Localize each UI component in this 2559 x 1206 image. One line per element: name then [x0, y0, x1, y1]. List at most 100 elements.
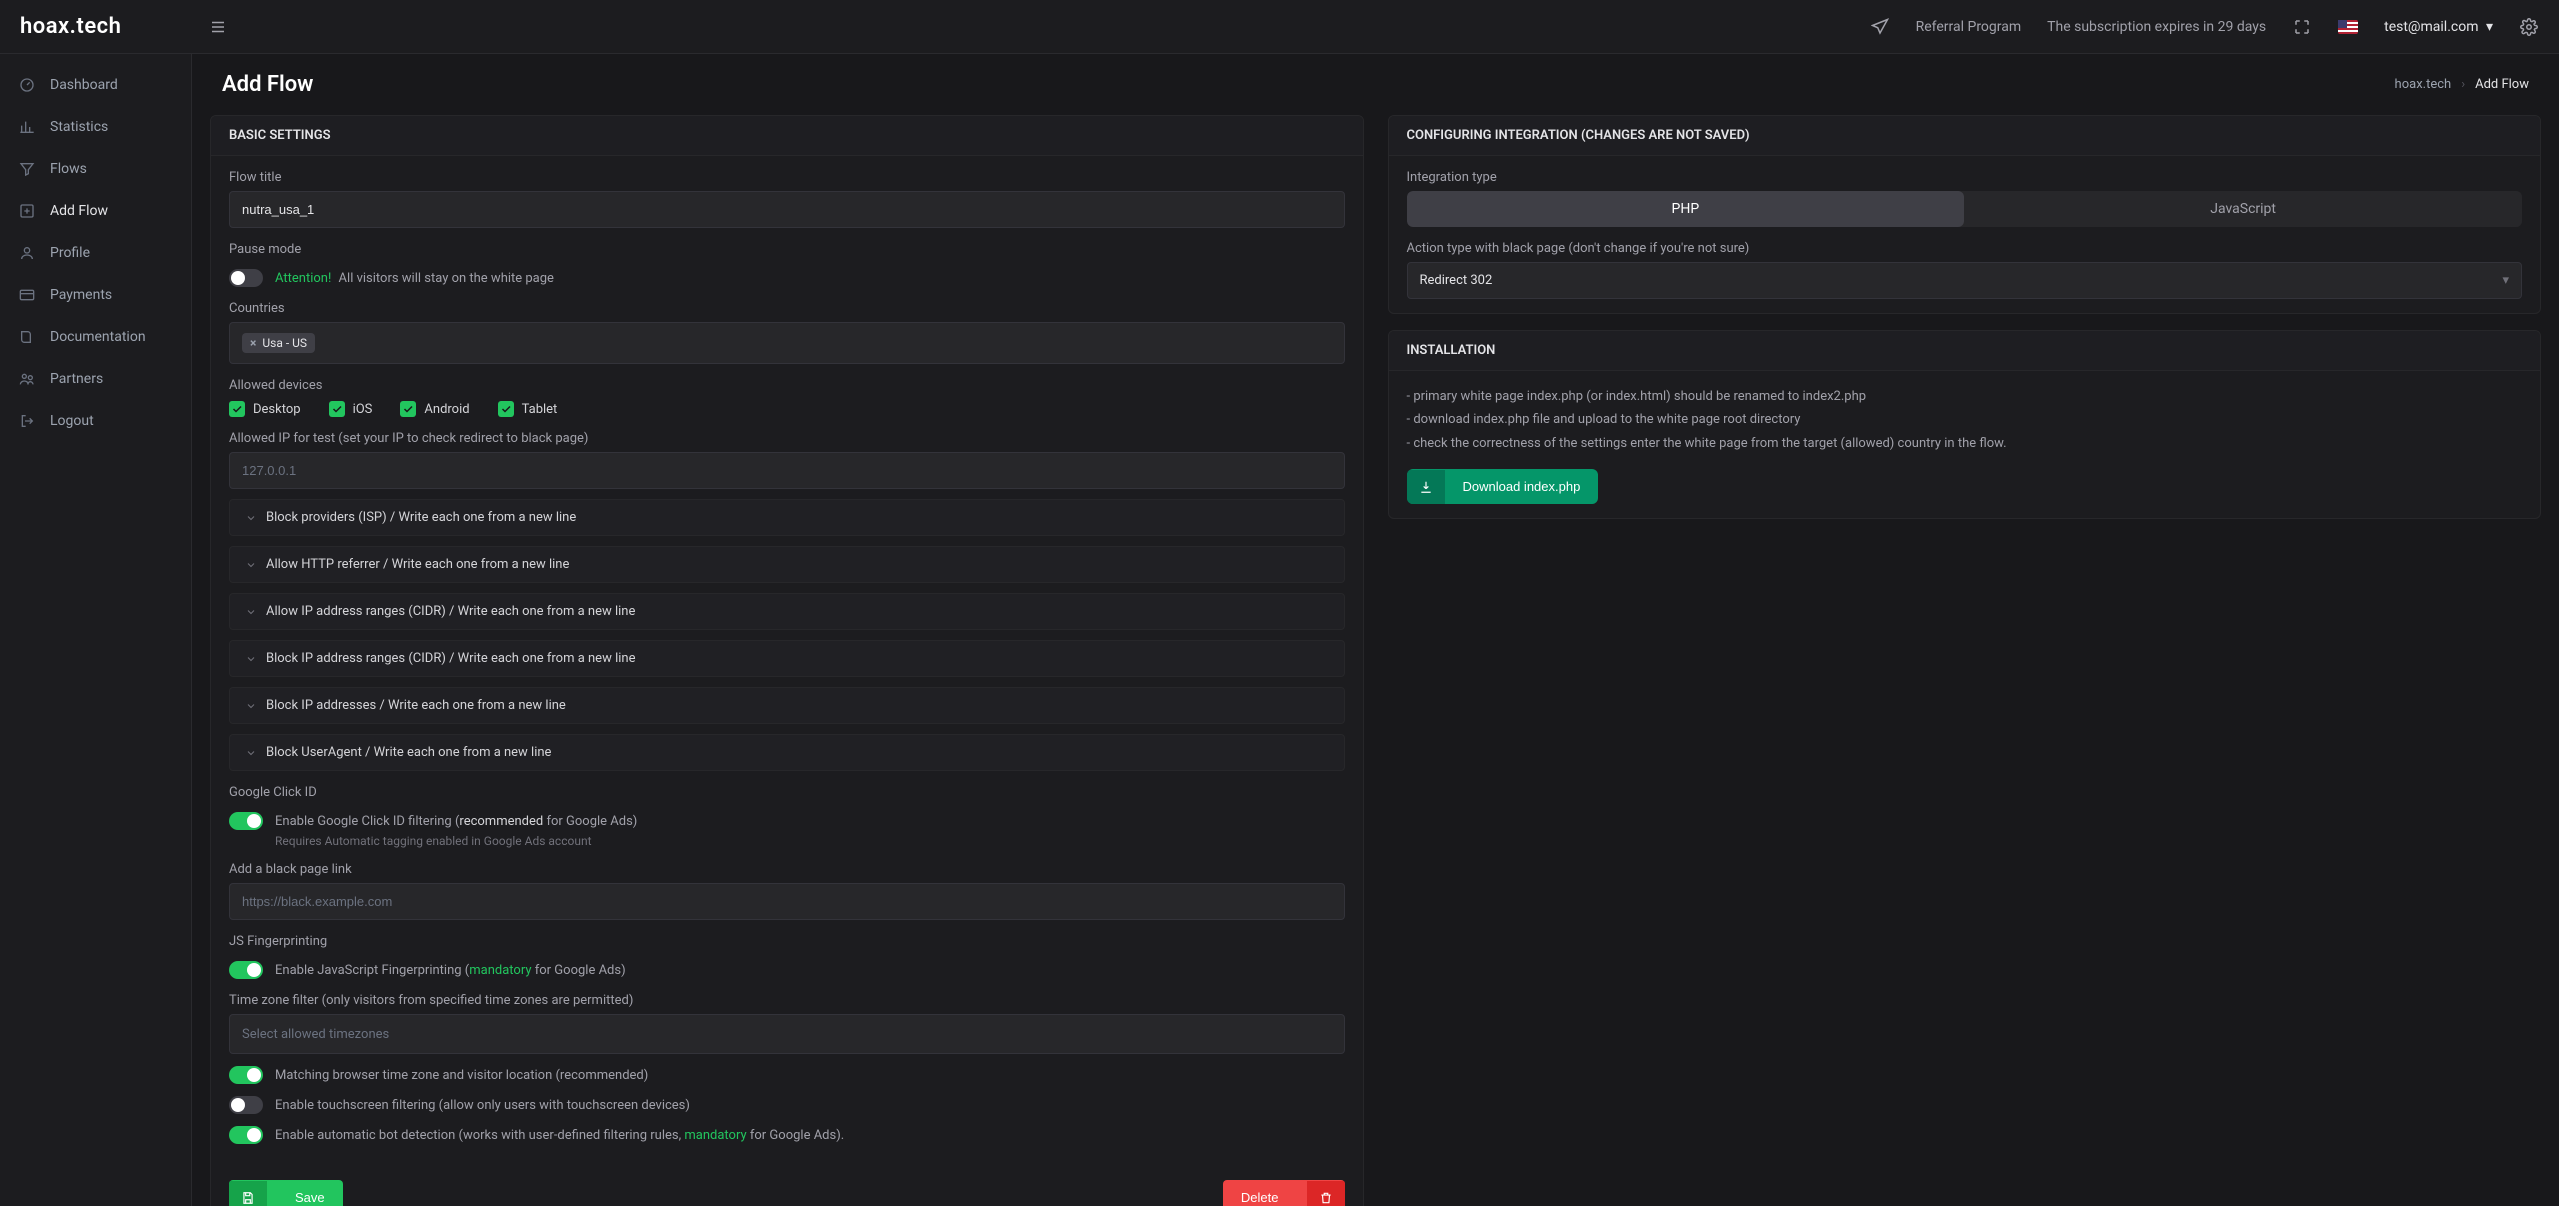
mandatory-link[interactable]: mandatory	[684, 1128, 746, 1143]
sidebar-item-profile[interactable]: Profile	[0, 232, 191, 274]
checkbox-checked-icon	[498, 401, 514, 417]
sidebar-item-dashboard[interactable]: Dashboard	[0, 64, 191, 106]
timezone-select[interactable]: Select allowed timezones	[229, 1014, 1345, 1054]
device-ios-checkbox[interactable]: iOS	[329, 401, 373, 417]
sidebar-item-flows[interactable]: Flows	[0, 148, 191, 190]
device-tablet-checkbox[interactable]: Tablet	[498, 401, 558, 417]
pause-mode-toggle[interactable]	[229, 269, 263, 287]
integration-type-tabs: PHP JavaScript	[1407, 191, 2523, 227]
sidebar-item-label: Payments	[50, 287, 112, 303]
users-icon	[18, 370, 36, 388]
gclid-text-suffix: for Google Ads)	[543, 814, 637, 829]
touchscreen-toggle[interactable]	[229, 1096, 263, 1114]
pause-note-text: All visitors will stay on the white page	[339, 271, 554, 286]
checkbox-label: Tablet	[522, 402, 558, 417]
integration-type-label: Integration type	[1407, 170, 2523, 185]
chevron-down-icon	[244, 558, 258, 572]
sidebar-item-documentation[interactable]: Documentation	[0, 316, 191, 358]
match-browser-toggle[interactable]	[229, 1066, 263, 1084]
telegram-icon[interactable]	[1870, 17, 1890, 37]
top-bar: hoax.tech Referral Program The subscript…	[0, 0, 2559, 54]
chip-remove-icon[interactable]: ×	[250, 336, 256, 350]
install-line: - download index.php file and upload to …	[1407, 408, 2523, 431]
credit-card-icon	[18, 286, 36, 304]
page-title: Add Flow	[222, 72, 313, 97]
action-type-select[interactable]: Redirect 302 ▾	[1407, 262, 2523, 299]
logo-area: hoax.tech	[20, 14, 212, 39]
chevron-down-icon	[244, 699, 258, 713]
save-button-label: Save	[277, 1180, 343, 1206]
autobot-toggle[interactable]	[229, 1126, 263, 1144]
sidebar-item-payments[interactable]: Payments	[0, 274, 191, 316]
checkbox-checked-icon	[400, 401, 416, 417]
js-fp-prefix: Enable JavaScript Fingerprinting (	[275, 963, 469, 978]
fullscreen-icon[interactable]	[2292, 17, 2312, 37]
accordion-title: Allow HTTP referrer / Write each one fro…	[266, 557, 569, 572]
allowed-ip-input[interactable]	[229, 452, 1345, 489]
sidebar-item-label: Documentation	[50, 329, 146, 345]
js-fp-label: JS Fingerprinting	[229, 934, 1345, 949]
gclid-text-prefix: Enable Google Click ID filtering (	[275, 814, 459, 829]
mandatory-link[interactable]: mandatory	[469, 963, 531, 978]
select-value: Redirect 302	[1420, 273, 1493, 288]
sidebar-item-label: Add Flow	[50, 203, 108, 219]
allowed-ip-label: Allowed IP for test (set your IP to chec…	[229, 431, 1345, 446]
sidebar-item-add-flow[interactable]: Add Flow	[0, 190, 191, 232]
breadcrumb-current: Add Flow	[2475, 77, 2529, 92]
gclid-note: Requires Automatic tagging enabled in Go…	[275, 834, 1345, 848]
user-menu[interactable]: test@mail.com ▾	[2384, 19, 2493, 35]
checkbox-label: iOS	[353, 402, 373, 417]
pause-mode-label: Pause mode	[229, 242, 1345, 257]
panel-installation: INSTALLATION - primary white page index.…	[1388, 330, 2542, 519]
download-index-button[interactable]: Download index.php	[1407, 469, 1599, 504]
sidebar: Dashboard Statistics Flows Add Flow Prof…	[0, 54, 192, 1206]
accordion-block-ip-addresses[interactable]: Block IP addresses / Write each one from…	[229, 687, 1345, 724]
countries-label: Countries	[229, 301, 1345, 316]
accordion-block-ip-cidr[interactable]: Block IP address ranges (CIDR) / Write e…	[229, 640, 1345, 677]
book-icon	[18, 328, 36, 346]
chevron-down-icon	[244, 605, 258, 619]
countries-select[interactable]: × Usa - US	[229, 322, 1345, 364]
save-button[interactable]: Save	[229, 1180, 343, 1206]
sidebar-item-logout[interactable]: Logout	[0, 400, 191, 442]
settings-gear-icon[interactable]	[2519, 17, 2539, 37]
referral-program-link[interactable]: Referral Program	[1916, 19, 2022, 35]
device-desktop-checkbox[interactable]: Desktop	[229, 401, 301, 417]
menu-toggle-icon[interactable]	[208, 17, 228, 37]
black-link-input[interactable]	[229, 883, 1345, 920]
gclid-text: Enable Google Click ID filtering (recomm…	[275, 814, 637, 829]
js-fp-toggle[interactable]	[229, 961, 263, 979]
tab-php[interactable]: PHP	[1407, 191, 1965, 227]
tab-label: JavaScript	[2210, 201, 2276, 217]
breadcrumb-root[interactable]: hoax.tech	[2395, 77, 2452, 92]
breadcrumbs: hoax.tech › Add Flow	[2395, 77, 2529, 92]
action-type-label: Action type with black page (don't chang…	[1407, 241, 2523, 256]
accordion-block-isp[interactable]: Block providers (ISP) / Write each one f…	[229, 499, 1345, 536]
accordion-allow-referrer[interactable]: Allow HTTP referrer / Write each one fro…	[229, 546, 1345, 583]
checkbox-label: Desktop	[253, 402, 301, 417]
logo[interactable]: hoax.tech	[20, 14, 121, 39]
tab-javascript[interactable]: JavaScript	[1964, 191, 2522, 227]
panel-integration: CONFIGURING INTEGRATION (CHANGES ARE NOT…	[1388, 115, 2542, 314]
device-android-checkbox[interactable]: Android	[400, 401, 469, 417]
delete-button-label: Delete	[1223, 1180, 1297, 1206]
delete-button[interactable]: Delete	[1223, 1180, 1345, 1206]
flow-title-input[interactable]	[229, 191, 1345, 228]
tab-label: PHP	[1672, 201, 1700, 217]
gclid-toggle[interactable]	[229, 812, 263, 830]
sidebar-item-label: Statistics	[50, 119, 108, 135]
sidebar-item-statistics[interactable]: Statistics	[0, 106, 191, 148]
panel-basic-settings: BASIC SETTINGS Flow title Pause mode Att…	[210, 115, 1364, 1206]
checkbox-label: Android	[424, 402, 469, 417]
gclid-recommended: recommended	[459, 814, 543, 829]
sidebar-item-label: Dashboard	[50, 77, 118, 93]
plus-square-icon	[18, 202, 36, 220]
panel-header: BASIC SETTINGS	[211, 116, 1363, 156]
accordion-allow-ip-cidr[interactable]: Allow IP address ranges (CIDR) / Write e…	[229, 593, 1345, 630]
flag-us-icon[interactable]	[2338, 20, 2358, 34]
black-link-label: Add a black page link	[229, 862, 1345, 877]
accordion-block-useragent[interactable]: Block UserAgent / Write each one from a …	[229, 734, 1345, 771]
sidebar-item-partners[interactable]: Partners	[0, 358, 191, 400]
sidebar-item-label: Profile	[50, 245, 90, 261]
chip-label: Usa - US	[262, 336, 307, 350]
